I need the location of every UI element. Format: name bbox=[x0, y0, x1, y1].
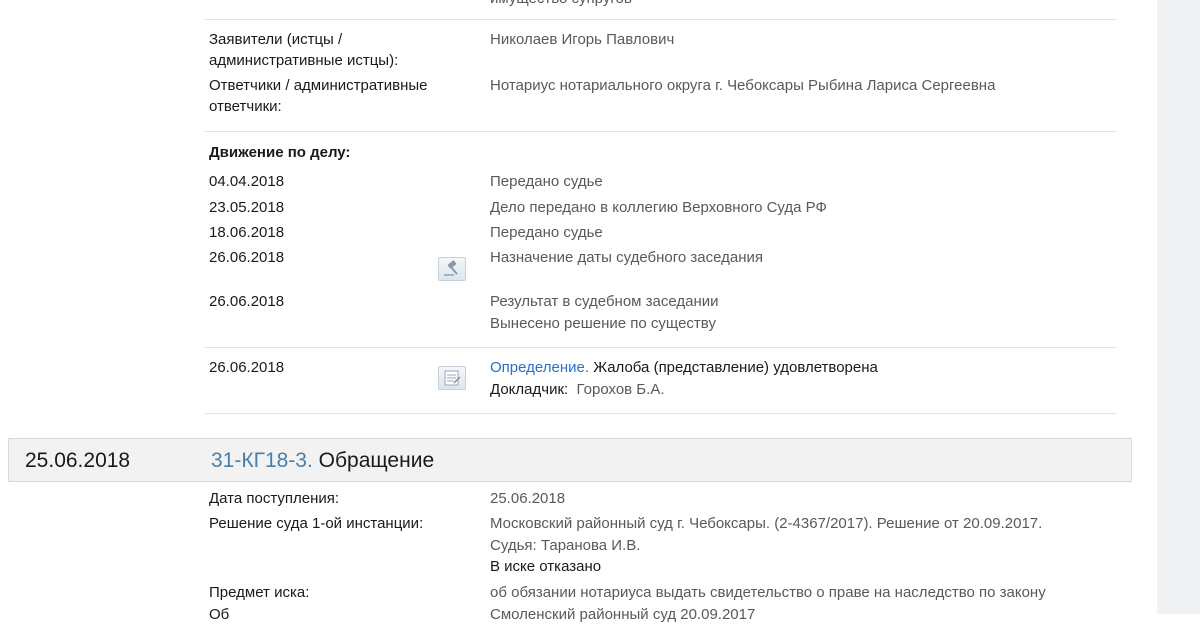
event-text: Результат в судебном заседании bbox=[490, 293, 719, 310]
divider bbox=[205, 19, 1117, 20]
decision-text: Жалоба (представление) удовлетворена bbox=[593, 359, 878, 376]
decision-link[interactable]: Определение. bbox=[490, 359, 589, 376]
decision-date: 26.06.2018 bbox=[209, 359, 285, 376]
event-date: 26.06.2018 bbox=[209, 249, 285, 266]
document-icon[interactable] bbox=[438, 366, 466, 390]
applicants-label: Заявители (истцы / bbox=[209, 31, 343, 48]
divider bbox=[205, 131, 1117, 132]
reporter-label: Докладчик: bbox=[490, 381, 569, 398]
divider bbox=[205, 347, 1117, 348]
event-date: 04.04.2018 bbox=[209, 173, 285, 190]
event-date: 26.06.2018 bbox=[209, 293, 285, 310]
subject-value: об обязании нотариуса выдать свидетельст… bbox=[490, 584, 1046, 601]
first-instance-value: Московский районный суд г. Чебоксары. (2… bbox=[490, 515, 1043, 532]
event-text: Дело передано в коллегию Верховного Суда… bbox=[490, 199, 827, 216]
received-label: Дата поступления: bbox=[209, 490, 340, 507]
first-instance-label: Решение суда 1-ой инстанции: bbox=[209, 515, 424, 532]
divider bbox=[205, 413, 1117, 414]
page-side-gutter bbox=[1157, 0, 1200, 614]
movement-heading: Движение по делу: bbox=[209, 144, 351, 161]
cut-value: Смоленский районный суд 20.09.2017 bbox=[490, 606, 756, 623]
case-header: 25.06.2018 31-КГ18-3. Обращение bbox=[8, 438, 1132, 482]
event-text: Назначение даты судебного заседания bbox=[490, 249, 764, 266]
decision-line: Определение. Жалоба (представление) удов… bbox=[490, 358, 878, 378]
applicants-value: Николаев Игорь Павлович bbox=[490, 31, 675, 48]
event-text-line2: Вынесено решение по существу bbox=[490, 315, 716, 332]
reporter-value: Горохов Б.А. bbox=[576, 381, 665, 398]
subject-label: Предмет иска: bbox=[209, 584, 310, 601]
gavel-icon[interactable] bbox=[438, 257, 466, 281]
event-text: Передано судье bbox=[490, 224, 603, 241]
first-instance-judge: Судья: Таранова И.В. bbox=[490, 537, 641, 554]
respondents-label: Ответчики / административные bbox=[209, 77, 428, 94]
respondents-value: Нотариус нотариального округа г. Чебокса… bbox=[490, 77, 996, 94]
applicants-label-cont: административные истцы): bbox=[209, 52, 399, 69]
respondents-label-cont: ответчики: bbox=[209, 98, 282, 115]
first-instance-result: В иске отказано bbox=[490, 558, 602, 575]
event-text: Передано судье bbox=[490, 173, 603, 190]
case-type: Обращение bbox=[318, 449, 435, 472]
cut-label: Об bbox=[209, 606, 230, 623]
case-date: 25.06.2018 bbox=[25, 449, 131, 472]
top-cut-text: имущество супругов bbox=[490, 0, 632, 9]
case-title: 31-КГ18-3. Обращение bbox=[211, 449, 434, 473]
reporter-line: Докладчик: Горохов Б.А. bbox=[490, 380, 665, 400]
event-date: 18.06.2018 bbox=[209, 224, 285, 241]
case-number-link[interactable]: 31-КГ18-3. bbox=[211, 449, 313, 472]
received-value: 25.06.2018 bbox=[490, 490, 566, 507]
event-date: 23.05.2018 bbox=[209, 199, 285, 216]
